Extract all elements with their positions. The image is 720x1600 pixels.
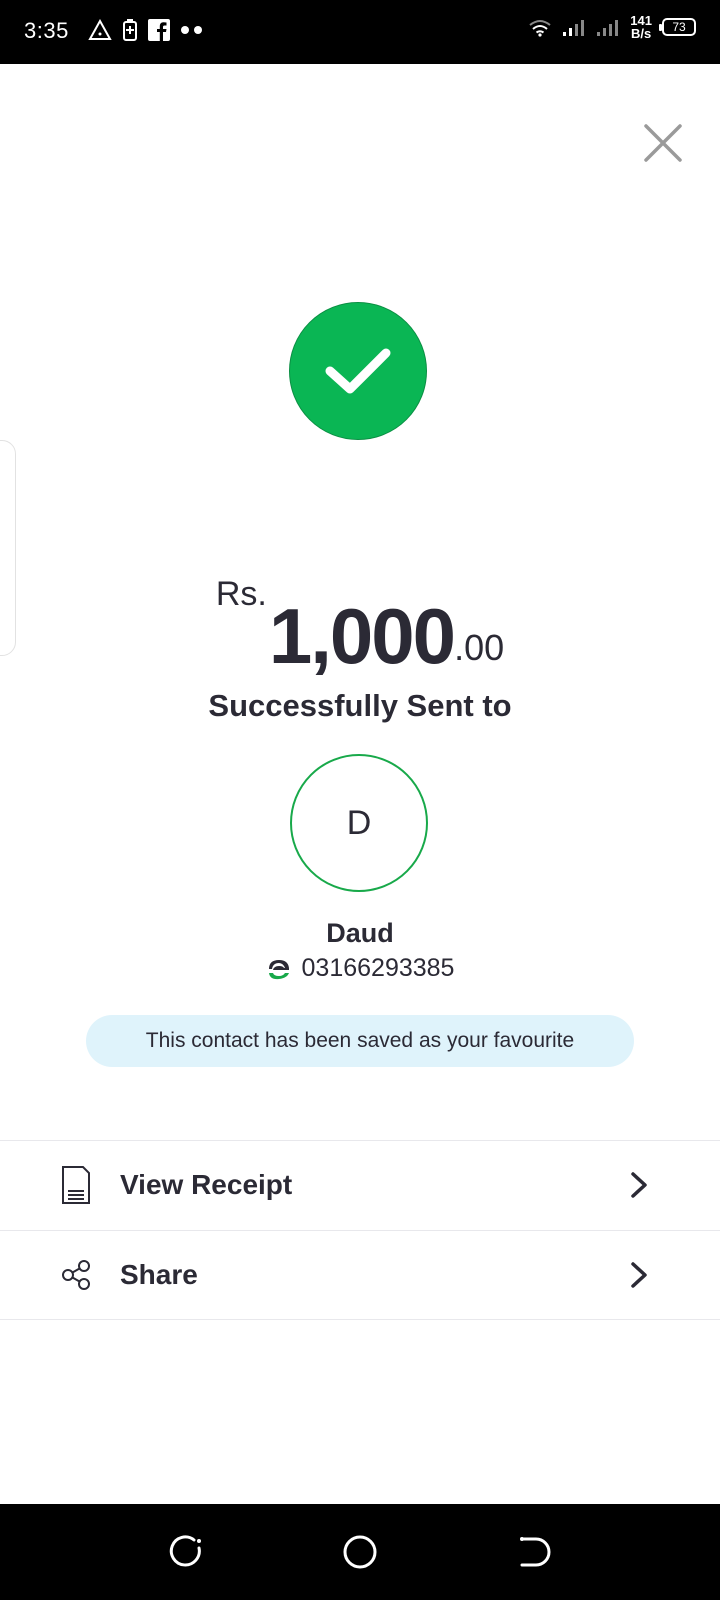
- favourite-banner-text: This contact has been saved as your favo…: [145, 1029, 575, 1052]
- favourite-saved-banner: This contact has been saved as your favo…: [86, 1015, 634, 1067]
- wifi-icon: [529, 20, 551, 37]
- net-speed-unit: B/s: [631, 26, 652, 41]
- recipient-avatar: D: [290, 754, 428, 892]
- amount-decimal: .00: [454, 627, 505, 668]
- view-receipt-label: View Receipt: [120, 1169, 293, 1200]
- amount-value: 1,000: [268, 592, 456, 680]
- facebook-icon: [148, 19, 170, 41]
- battery-charging-icon: [123, 19, 137, 41]
- close-icon: [644, 124, 682, 162]
- system-navigation-bar: [0, 1504, 720, 1600]
- home-button[interactable]: [342, 1534, 378, 1570]
- battery-icon: 73: [659, 18, 696, 36]
- phone-number: 03166293385: [301, 954, 455, 982]
- close-button[interactable]: [642, 122, 684, 164]
- transaction-amount: Rs.1,000.00: [0, 575, 720, 682]
- back-button[interactable]: [516, 1534, 552, 1570]
- more-notifications-icon: [181, 26, 202, 34]
- success-check-badge: [289, 302, 427, 440]
- share-button[interactable]: Share: [0, 1231, 720, 1319]
- easypaisa-logo-icon: [268, 959, 289, 979]
- home-icon: [343, 1535, 377, 1569]
- view-receipt-button[interactable]: View Receipt: [0, 1141, 720, 1229]
- status-bar: 3:35 141 B/s 73: [0, 0, 720, 64]
- signal-icon-sim1: [563, 20, 585, 36]
- notification-icons: [88, 18, 204, 42]
- status-message: Successfully Sent to: [208, 688, 512, 723]
- chevron-right-icon: [630, 1170, 648, 1200]
- share-label: Share: [120, 1259, 198, 1290]
- recents-icon: [169, 1535, 201, 1567]
- avatar-initial: D: [346, 803, 372, 842]
- checkmark-icon: [325, 348, 391, 394]
- status-right: 141 B/s 73: [528, 14, 696, 40]
- back-icon: [520, 1537, 551, 1567]
- recipient-name: Daud: [326, 918, 394, 948]
- status-time: 3:35: [24, 18, 69, 43]
- battery-level: 73: [672, 20, 686, 34]
- signal-icon-sim2: [597, 20, 619, 36]
- warning-icon: [88, 19, 112, 40]
- divider: [0, 1319, 720, 1320]
- network-speed: 141 B/s: [630, 14, 652, 40]
- recents-button[interactable]: [168, 1534, 204, 1570]
- receipt-icon: [60, 1165, 92, 1205]
- currency-label: Rs.: [215, 575, 267, 613]
- recipient-phone-row: 03166293385: [0, 954, 720, 983]
- chevron-right-icon: [630, 1260, 648, 1290]
- share-icon: [60, 1255, 92, 1295]
